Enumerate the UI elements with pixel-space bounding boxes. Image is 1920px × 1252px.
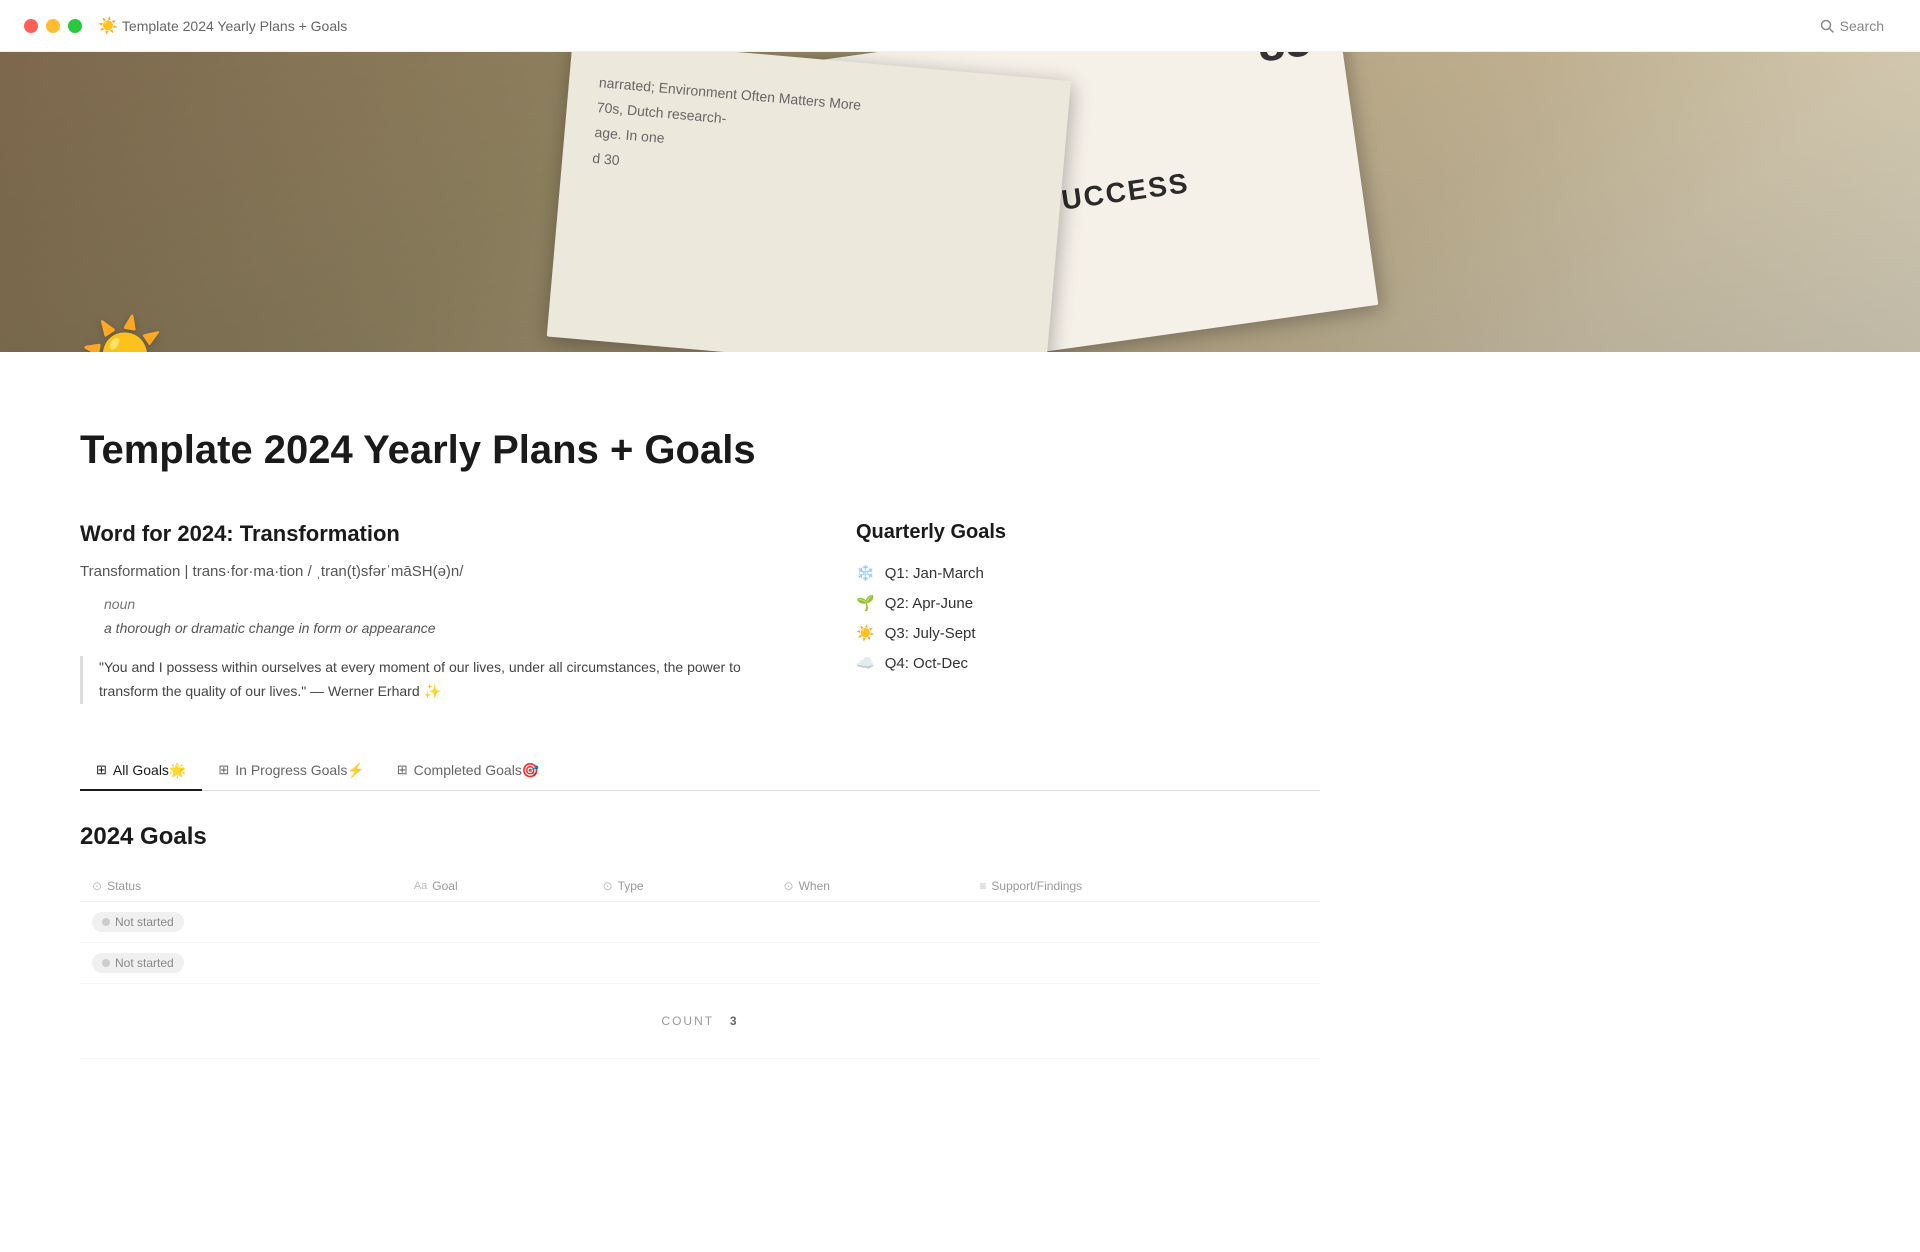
- status-text-2: Not started: [115, 956, 174, 970]
- q1-icon: ❄️: [856, 564, 875, 582]
- q4-label: Q4: Oct-Dec: [885, 655, 968, 672]
- book-page2-text: narrated; Environment Often Matters More…: [591, 70, 1038, 209]
- status-badge-not-started-2: Not started: [92, 953, 184, 973]
- row2-support[interactable]: [967, 942, 1320, 983]
- page-emoji-icon: ☀️: [98, 16, 118, 36]
- word-definition: Transformation | trans·for·ma·tion / ˌtr…: [80, 563, 776, 580]
- tab-completed-goals[interactable]: ⊞ Completed Goals🎯: [381, 752, 556, 791]
- count-value: 3: [730, 1014, 739, 1028]
- tab-in-progress-goals[interactable]: ⊞ In Progress Goals⚡: [202, 752, 380, 791]
- quarterly-item-q1[interactable]: ❄️ Q1: Jan-March: [856, 564, 1320, 582]
- type-col-icon: ⊙: [603, 879, 613, 893]
- goals-table: ⊙ Status Aa Goal ⊙ Type: [80, 871, 1320, 1059]
- word-pos: noun: [104, 596, 776, 612]
- word-heading: Word for 2024: Transformation: [80, 521, 776, 547]
- tab-completed-label: Completed Goals🎯: [414, 762, 540, 779]
- q4-icon: ☁️: [856, 654, 875, 672]
- page-sun-icon: ☀️: [80, 320, 170, 352]
- q3-label: Q3: July-Sept: [885, 625, 976, 642]
- row1-type[interactable]: [591, 901, 772, 942]
- q2-icon: 🌱: [856, 594, 875, 612]
- status-col-icon: ⊙: [92, 879, 102, 893]
- word-meaning: a thorough or dramatic change in form or…: [104, 620, 776, 636]
- titlebar-left: ☀️ Template 2024 Yearly Plans + Goals: [24, 16, 347, 36]
- q1-label: Q1: Jan-March: [885, 565, 984, 582]
- count-label: COUNT: [661, 1014, 713, 1028]
- col-status: ⊙ Status: [80, 871, 402, 902]
- tabs-bar: ⊞ All Goals🌟 ⊞ In Progress Goals⚡ ⊞ Comp…: [80, 752, 1320, 791]
- quarterly-title: Quarterly Goals: [856, 521, 1320, 544]
- status-dot-2: [102, 959, 110, 967]
- row2-goal[interactable]: [402, 942, 591, 983]
- right-column: Quarterly Goals ❄️ Q1: Jan-March 🌱 Q2: A…: [856, 521, 1320, 704]
- goals-table-footer: COUNT 3: [80, 983, 1320, 1058]
- tab-all-goals[interactable]: ⊞ All Goals🌟: [80, 752, 202, 791]
- q2-label: Q2: Apr-June: [885, 595, 973, 612]
- quarterly-item-q2[interactable]: 🌱 Q2: Apr-June: [856, 594, 1320, 612]
- goal-col-icon: Aa: [414, 880, 427, 892]
- when-col-label: When: [799, 879, 830, 893]
- main-content: Template 2024 Yearly Plans + Goals Word …: [0, 352, 1400, 1139]
- support-col-icon: ≡: [979, 879, 986, 893]
- row1-when[interactable]: [772, 901, 968, 942]
- goals-table-header: ⊙ Status Aa Goal ⊙ Type: [80, 871, 1320, 902]
- row1-status[interactable]: Not started: [80, 901, 402, 942]
- goals-section-title: 2024 Goals: [80, 823, 1320, 851]
- search-label: Search: [1840, 18, 1884, 34]
- left-column: Word for 2024: Transformation Transforma…: [80, 521, 776, 704]
- tab-all-goals-icon: ⊞: [96, 762, 107, 778]
- traffic-lights: [24, 19, 82, 33]
- table-row: Not started: [80, 901, 1320, 942]
- tab-completed-icon: ⊞: [397, 762, 408, 778]
- page-title: Template 2024 Yearly Plans + Goals: [80, 428, 1320, 473]
- page-icon-area: ☀️: [80, 320, 170, 352]
- hero-content: 85 Environment Often Matters More RONMEN…: [0, 52, 1920, 352]
- row2-type[interactable]: [591, 942, 772, 983]
- tab-in-progress-label: In Progress Goals⚡: [235, 762, 364, 779]
- col-support: ≡ Support/Findings: [967, 871, 1320, 902]
- search-button[interactable]: Search: [1808, 12, 1896, 40]
- quarterly-item-q3[interactable]: ☀️ Q3: July-Sept: [856, 624, 1320, 642]
- col-goal: Aa Goal: [402, 871, 591, 902]
- row1-support[interactable]: [967, 901, 1320, 942]
- book-page-number: 85: [1254, 52, 1315, 74]
- row1-goal[interactable]: [402, 901, 591, 942]
- breadcrumb: ☀️ Template 2024 Yearly Plans + Goals: [98, 16, 347, 36]
- hero-banner: 85 Environment Often Matters More RONMEN…: [0, 52, 1920, 352]
- two-column-layout: Word for 2024: Transformation Transforma…: [80, 521, 1320, 704]
- book-page-2: narrated; Environment Often Matters More…: [547, 52, 1071, 352]
- q3-icon: ☀️: [856, 624, 875, 642]
- titlebar: ☀️ Template 2024 Yearly Plans + Goals Se…: [0, 0, 1920, 52]
- count-row: COUNT 3: [92, 994, 1308, 1048]
- maximize-button[interactable]: [68, 19, 82, 33]
- col-type: ⊙ Type: [591, 871, 772, 902]
- type-col-label: Type: [618, 879, 644, 893]
- row2-when[interactable]: [772, 942, 968, 983]
- support-col-label: Support/Findings: [991, 879, 1082, 893]
- status-text-1: Not started: [115, 915, 174, 929]
- status-badge-not-started-1: Not started: [92, 912, 184, 932]
- minimize-button[interactable]: [46, 19, 60, 33]
- status-dot-1: [102, 918, 110, 926]
- close-button[interactable]: [24, 19, 38, 33]
- search-icon: [1820, 19, 1834, 33]
- tab-all-goals-label: All Goals🌟: [113, 762, 186, 779]
- col-when: ⊙ When: [772, 871, 968, 902]
- quarterly-item-q4[interactable]: ☁️ Q4: Oct-Dec: [856, 654, 1320, 672]
- breadcrumb-text: Template 2024 Yearly Plans + Goals: [122, 18, 347, 34]
- goal-col-label: Goal: [432, 879, 457, 893]
- goals-table-body: Not started Not started: [80, 901, 1320, 983]
- status-col-label: Status: [107, 879, 141, 893]
- table-row: Not started: [80, 942, 1320, 983]
- tab-in-progress-icon: ⊞: [218, 762, 229, 778]
- word-quote: "You and I possess within ourselves at e…: [80, 656, 776, 704]
- row2-status[interactable]: Not started: [80, 942, 402, 983]
- quarterly-list: ❄️ Q1: Jan-March 🌱 Q2: Apr-June ☀️ Q3: J…: [856, 564, 1320, 672]
- when-col-icon: ⊙: [784, 879, 794, 893]
